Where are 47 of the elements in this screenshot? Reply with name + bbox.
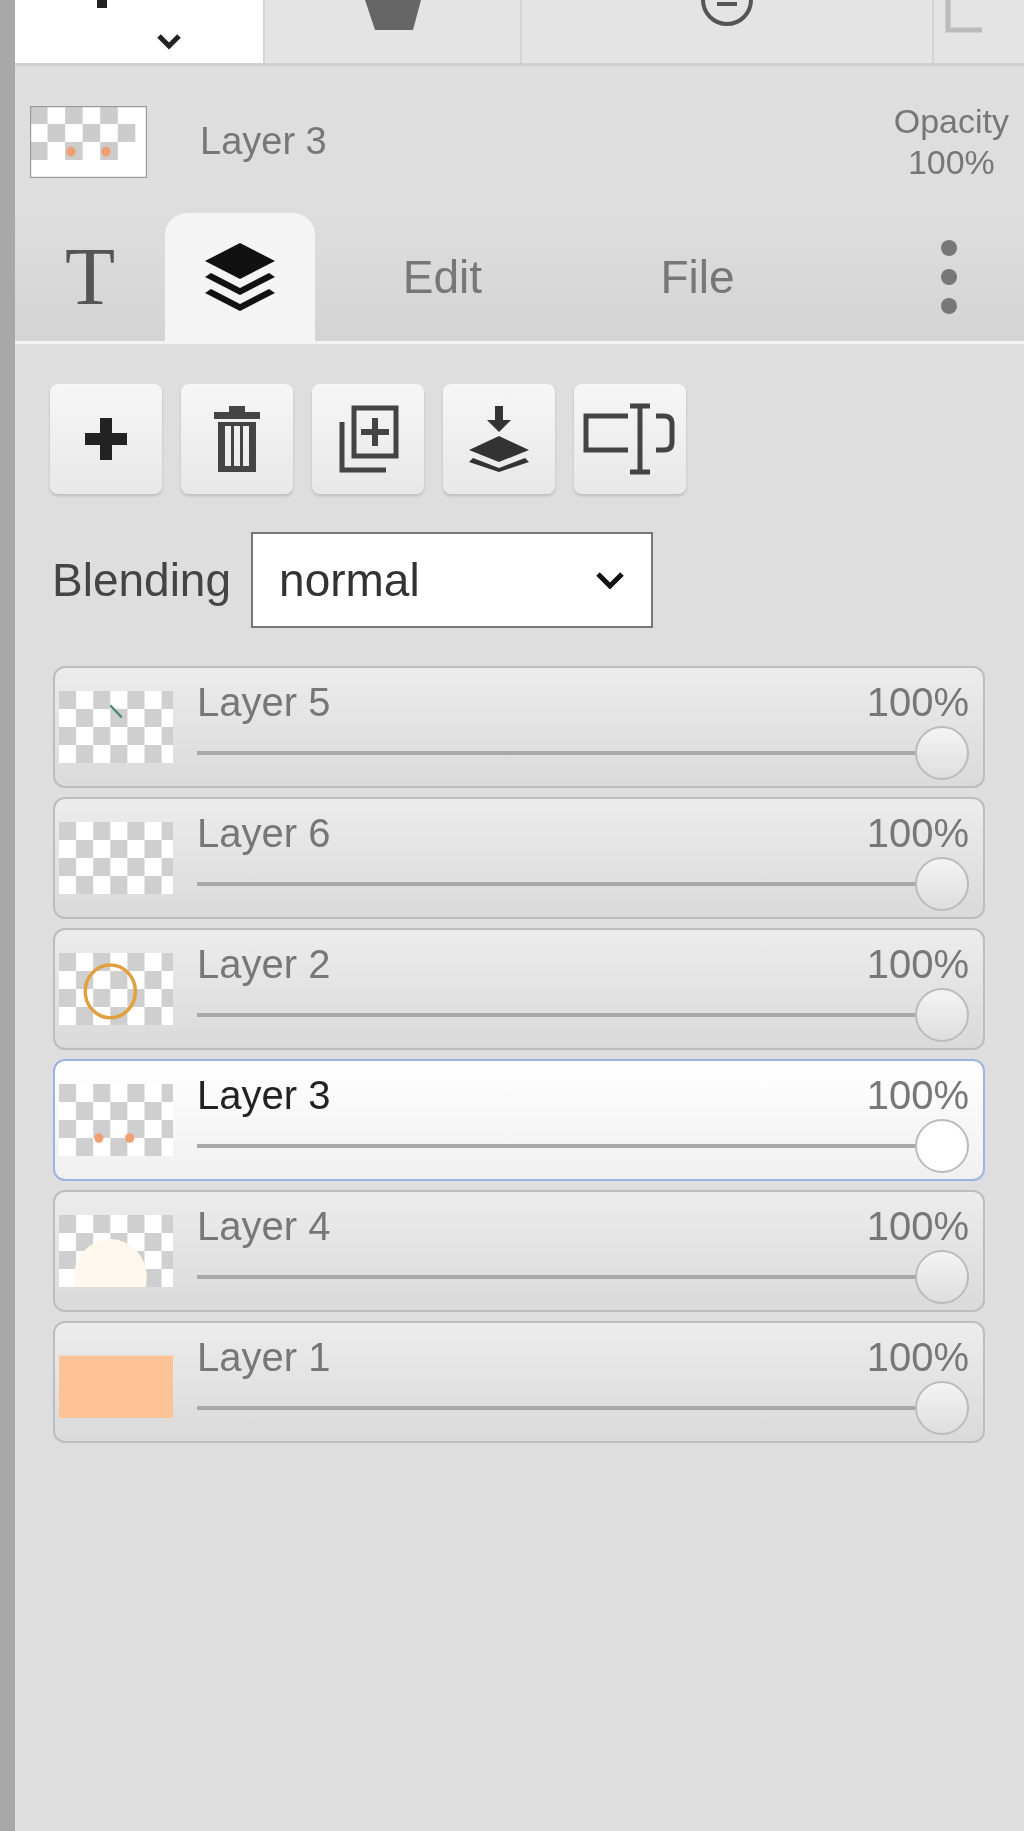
text-cursor-icon [582, 402, 678, 476]
opacity-value: 100% [866, 811, 969, 855]
merge-down-icon [467, 406, 531, 472]
layer-name: Layer 2 [197, 942, 331, 986]
tab[interactable] [165, 213, 315, 341]
opacity-value: 100% [866, 1073, 969, 1117]
shape-icon [362, 0, 423, 32]
layer-row[interactable]: Layer 3 100% [53, 1059, 985, 1181]
tab[interactable]: Edit [315, 213, 570, 341]
layer-row[interactable]: Layer 4 100% [53, 1190, 985, 1312]
layer-row[interactable]: Layer 1 100% [53, 1321, 985, 1443]
layer-row[interactable]: Layer 6 100% [53, 797, 985, 919]
merge-down-button[interactable] [443, 384, 555, 494]
slider-thumb[interactable] [915, 726, 969, 780]
tab[interactable]: File [570, 213, 825, 341]
layer-name: Layer 4 [197, 1204, 331, 1248]
slider-thumb[interactable] [915, 1119, 969, 1173]
layer-row[interactable]: Layer 5 100% [53, 666, 985, 788]
blending-select[interactable]: normal [251, 532, 654, 628]
layer-name: Layer 1 [197, 1335, 331, 1379]
layer-name: Layer 5 [197, 680, 331, 724]
caret-icon [595, 571, 626, 589]
bracket-icon [944, 0, 984, 34]
layer-row[interactable]: Layer 2 100% [53, 928, 985, 1050]
opacity-value: 100% [866, 1335, 969, 1379]
opacity-value: 100% [866, 1204, 969, 1248]
add-layer-button[interactable] [50, 384, 162, 494]
tab[interactable]: T [15, 213, 165, 341]
duplicate-layer-button[interactable] [312, 384, 424, 494]
slider-thumb[interactable] [915, 1381, 969, 1435]
slider-thumb[interactable] [915, 988, 969, 1042]
opacity-value: 100% [866, 680, 969, 724]
layers-icon [203, 241, 277, 313]
opacity-value: 100% [907, 141, 995, 183]
more-icon [940, 239, 958, 315]
trash-icon [212, 404, 262, 474]
opacity-value: 100% [866, 942, 969, 986]
opacity-label: Opacity [893, 100, 1009, 142]
rename-layer-button[interactable] [574, 384, 686, 494]
layer-name: Layer 6 [197, 811, 331, 855]
slider-thumb[interactable] [915, 857, 969, 911]
delete-layer-button[interactable] [181, 384, 293, 494]
blending-label: Blending [52, 553, 232, 607]
layer-name: Layer 3 [200, 120, 327, 163]
plus-icon [83, 416, 129, 462]
layer-name: Layer 3 [197, 1073, 331, 1117]
slider-thumb[interactable] [915, 1250, 969, 1304]
